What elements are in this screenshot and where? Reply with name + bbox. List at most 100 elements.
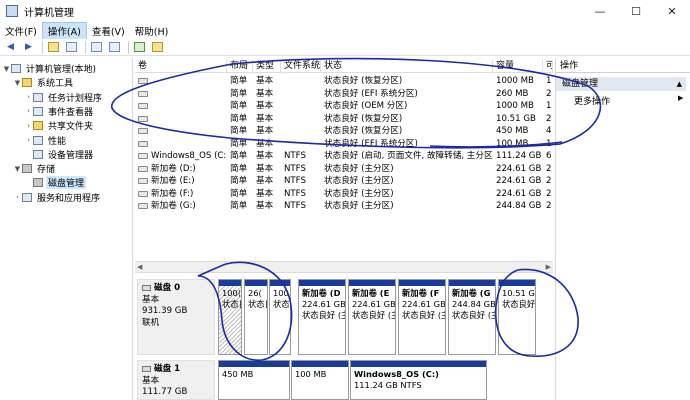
tree-item[interactable]: › 事件查看器	[24, 105, 95, 118]
cell-layout: 简单	[230, 76, 248, 86]
cell-status: 状态良好 (恢复分区)	[324, 126, 403, 136]
scroll-right-icon[interactable]: ▶	[546, 263, 551, 271]
menu-action[interactable]: 操作(A)	[41, 21, 87, 40]
table-row[interactable]: 简单 基本 状态良好 (恢复分区) 1000 MB 1	[135, 75, 553, 88]
cell-fs: NTFS	[284, 176, 306, 186]
column-header[interactable]: 可	[543, 60, 553, 73]
cell-layout: 简单	[230, 113, 248, 124]
partition-block[interactable]: 450 MB	[218, 360, 290, 400]
disk-icon	[142, 284, 151, 291]
cell-capacity: 1000 MB	[496, 101, 534, 111]
volume-drive-icon	[138, 90, 148, 97]
back-arrow-icon[interactable]: ◀	[3, 41, 18, 54]
connect-icon[interactable]	[132, 41, 147, 54]
expand-toggle-icon[interactable]: ›	[24, 107, 33, 115]
menu-file[interactable]: 文件(F)	[0, 23, 42, 39]
partition-block[interactable]: 100(状态良	[218, 279, 242, 355]
cell-name: 新加卷 (G:)	[151, 201, 196, 211]
table-row[interactable]: Windows8_OS (C:) 简单 基本 NTFS 状态良好 (启动, 页面文件, …	[135, 150, 553, 163]
cell-capacity: 224.61 GB	[496, 176, 542, 186]
partition-size: 100 MB	[295, 369, 327, 379]
scroll-left-icon[interactable]: ◀	[137, 263, 142, 271]
partition-block[interactable]: 新加卷 (E 224.61 GB 状态良好 (主	[348, 279, 396, 355]
tree-item[interactable]: ▼ 系统工具	[13, 76, 75, 89]
settings-icon[interactable]	[150, 41, 165, 54]
partition-block[interactable]: 新加卷 (F 224.61 GB 状态良好 (主	[398, 279, 446, 355]
tree-item[interactable]: › 共享文件夹	[24, 119, 95, 132]
expand-toggle-icon[interactable]: ›	[24, 122, 33, 130]
column-header[interactable]: 状态	[321, 60, 493, 73]
help-icon[interactable]	[89, 41, 104, 54]
properties-icon[interactable]	[107, 41, 122, 54]
column-header[interactable]: 类型	[253, 60, 281, 73]
partition-text: 10.51 G 状态良好	[499, 286, 535, 310]
disk-label[interactable]: 磁盘 1 基本 111.77 GB	[137, 360, 215, 400]
column-header[interactable]: 卷	[135, 60, 227, 73]
table-row[interactable]: 简单 基本 状态良好 (恢复分区) 10.51 GB 2	[135, 113, 553, 126]
actions-section-disk-management[interactable]: 磁盘管理 ▲	[556, 77, 686, 91]
expand-toggle-icon[interactable]: ▼	[2, 65, 11, 73]
partition-block[interactable]: 10.51 G 状态良好	[498, 279, 536, 355]
title-bar: 计算机管理 — ☐ ✕	[0, 0, 690, 22]
expand-toggle-icon[interactable]: ›	[13, 193, 22, 201]
menu-view[interactable]: 查看(V)	[87, 23, 130, 39]
tree-item[interactable]: › 任务计划程序	[24, 91, 104, 104]
disk-state: 联机	[142, 317, 160, 328]
tree-item[interactable]: 设备管理器	[24, 148, 95, 161]
partition-status: 状态良好 (主	[452, 310, 495, 320]
partition-block[interactable]: 100 MB	[291, 360, 349, 400]
expand-toggle-icon[interactable]: ›	[24, 136, 33, 144]
cell-capacity: 10.51 GB	[496, 113, 536, 124]
more-actions-item[interactable]: 更多操作 ▶	[574, 94, 683, 107]
collapse-up-icon[interactable]: ▲	[677, 77, 682, 91]
column-header[interactable]: 文件系统	[281, 60, 321, 73]
tree-item[interactable]: 磁盘管理	[24, 176, 87, 190]
up-folder-icon[interactable]	[46, 41, 61, 54]
table-row[interactable]: 新加卷 (E:) 简单 基本 NTFS 状态良好 (主分区) 224.61 GB 2	[135, 175, 553, 188]
partition-block[interactable]: 100状态良	[269, 279, 291, 355]
show-hide-tree-icon[interactable]	[64, 41, 79, 54]
cell-capacity: 224.61 GB	[496, 188, 542, 199]
table-row[interactable]: 简单 基本 状态良好 (EFI 系统分区) 100 MB 1	[135, 138, 553, 151]
cell-fs: NTFS	[284, 151, 306, 161]
expand-toggle-icon[interactable]: ▼	[13, 79, 22, 87]
tree-item[interactable]: › 性能	[24, 134, 68, 147]
partition-text: 新加卷 (F 224.61 GB 状态良好 (主	[399, 286, 445, 321]
partition-block[interactable]: 新加卷 (G 244.84 GB 状态良好 (主	[448, 279, 496, 355]
tree-item[interactable]: ▼ 计算机管理(本地)	[2, 62, 98, 75]
table-row[interactable]: 简单 基本 状态良好 (OEM 分区) 1000 MB 1	[135, 100, 553, 113]
partition-block[interactable]: 新加卷 (D 224.61 GB 状态良好 (主	[298, 279, 346, 355]
cell-fs	[281, 88, 321, 100]
cell-fs	[281, 75, 321, 87]
cell-layout: 简单	[230, 201, 248, 211]
partition-name: 新加卷 (G	[452, 288, 491, 298]
cell-free: 2	[546, 113, 552, 124]
table-row[interactable]: 新加卷 (D:) 简单 基本 NTFS 状态良好 (主分区) 224.61 GB 2	[135, 163, 553, 176]
toolbar-separator	[42, 40, 43, 54]
minimize-button[interactable]: —	[582, 0, 618, 22]
expand-toggle-icon[interactable]: ›	[24, 93, 33, 101]
expand-toggle-icon[interactable]: ▼	[13, 165, 22, 173]
column-header[interactable]: 布局	[227, 60, 253, 73]
volume-drive-icon	[138, 165, 148, 172]
table-row[interactable]: 简单 基本 状态良好 (EFI 系统分区) 260 MB 2	[135, 88, 553, 101]
table-row[interactable]: 新加卷 (G:) 简单 基本 NTFS 状态良好 (主分区) 244.84 GB 2	[135, 200, 553, 213]
column-header[interactable]: 容量	[493, 60, 543, 73]
maximize-button[interactable]: ☐	[618, 0, 654, 22]
services-icon	[22, 192, 32, 202]
partition-block[interactable]: 26(状态良	[244, 279, 268, 355]
volume-drive-icon	[138, 203, 148, 209]
close-button[interactable]: ✕	[654, 0, 690, 22]
partition-size: 26(	[248, 288, 262, 298]
disk-label[interactable]: 磁盘 0 基本 931.39 GB 联机	[137, 279, 215, 355]
menu-help[interactable]: 帮助(H)	[130, 23, 174, 39]
disk-name: 磁盘 0	[142, 283, 210, 295]
partition-block[interactable]: Windows8_OS (C:) 111.24 GB NTFS	[350, 360, 487, 400]
table-row[interactable]: 新加卷 (F:) 简单 基本 NTFS 状态良好 (主分区) 224.61 GB 2	[135, 188, 553, 201]
horizontal-scrollbar[interactable]: ◀ ▶	[135, 261, 553, 273]
forward-arrow-icon[interactable]: ▶	[21, 41, 36, 54]
tree-item[interactable]: › 服务和应用程序	[13, 191, 102, 204]
table-row[interactable]: 简单 基本 状态良好 (恢复分区) 450 MB 4	[135, 125, 553, 138]
tree-item[interactable]: ▼ 存储	[13, 162, 57, 175]
partition-name: Windows8_OS (C:)	[354, 369, 439, 379]
